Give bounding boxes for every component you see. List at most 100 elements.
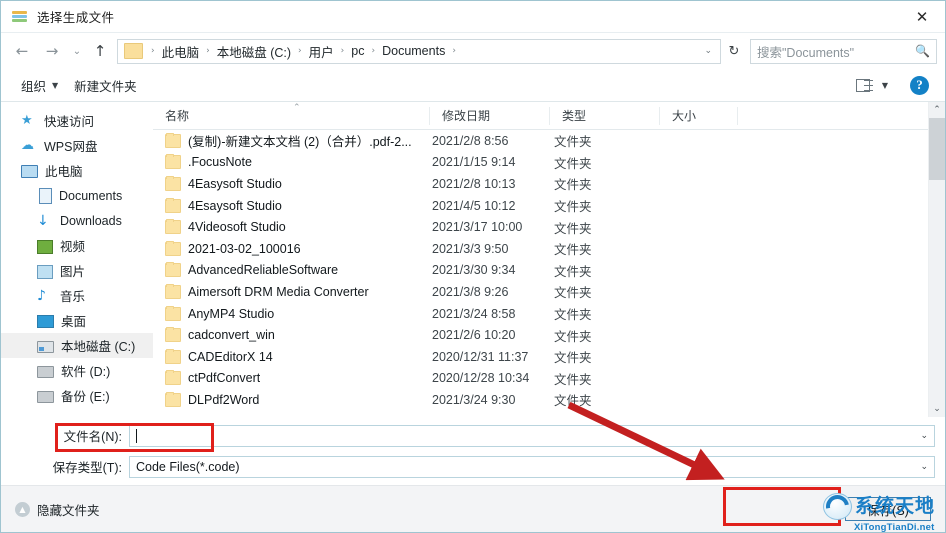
file-type-cell: 文件夹 xyxy=(554,135,592,150)
file-name-label: DLPdf2Word xyxy=(188,392,260,407)
table-row[interactable]: (复制)-新建文本文档 (2)（合并）.pdf-2... 2021/2/8 8:5… xyxy=(153,130,928,152)
sidebar-item-4[interactable]: ↓ Downloads xyxy=(1,208,153,233)
scroll-up-button[interactable]: ⌃ xyxy=(929,102,945,118)
scrollbar-thumb[interactable] xyxy=(929,118,945,180)
table-row[interactable]: 4Esaysoft Studio 2021/4/5 10:12 文件夹 xyxy=(153,195,928,217)
sidebar-item-5[interactable]: 视频 xyxy=(1,233,153,258)
table-row[interactable]: 4Videosoft Studio 2021/3/17 10:00 文件夹 xyxy=(153,216,928,238)
sidebar-item-label: 快速访问 xyxy=(44,115,95,129)
sidebar-item-label: 备份 (E:) xyxy=(61,390,110,404)
file-type-cell: 文件夹 xyxy=(554,178,592,193)
search-placeholder: 搜索"Documents" xyxy=(757,45,855,60)
table-row[interactable]: .FocusNote 2021/1/15 9:14 文件夹 xyxy=(153,152,928,174)
file-name-label: 4Esaysoft Studio xyxy=(188,198,282,213)
file-date-cell: 2021/1/15 9:14 xyxy=(432,155,516,170)
column-header-size[interactable]: 大小 xyxy=(660,106,738,125)
desktop-icon xyxy=(37,315,54,328)
recent-locations-button[interactable]: ⌄ xyxy=(67,37,87,65)
table-row[interactable]: CADEditorX 14 2020/12/31 11:37 文件夹 xyxy=(153,346,928,368)
watermark-cn-text: 系统天地 xyxy=(855,495,936,517)
title-bar: 选择生成文件 ✕ xyxy=(1,1,945,33)
table-row[interactable]: AnyMP4 Studio 2021/3/24 8:58 文件夹 xyxy=(153,303,928,325)
back-button[interactable]: ← xyxy=(7,37,37,65)
savetype-value: Code Files(*.code) xyxy=(136,459,240,474)
site-watermark: 系统天地 XiTongTianDi.net xyxy=(823,493,943,533)
address-bar: ← → ⌄ ↑ › 此电脑 › 本地磁盘 (C:) › 用户 › pc › Do… xyxy=(1,33,945,69)
file-name-cell: cadconvert_win xyxy=(153,327,430,343)
filename-row: 文件名(N): ⌄ xyxy=(1,423,945,448)
vertical-scrollbar[interactable]: ⌃ ⌄ xyxy=(928,102,945,417)
table-row[interactable]: cadconvert_win 2021/2/6 10:20 文件夹 xyxy=(153,324,928,346)
organize-button[interactable]: 组织 ▼ xyxy=(13,73,66,98)
sidebar-item-8[interactable]: 桌面 xyxy=(1,308,153,333)
sidebar-item-6[interactable]: 图片 xyxy=(1,258,153,283)
breadcrumb-item-0[interactable]: 此电脑 xyxy=(160,42,202,61)
file-name-cell: Aimersoft DRM Media Converter xyxy=(153,283,430,299)
sidebar-item-label: 桌面 xyxy=(61,315,87,329)
column-header-type[interactable]: 类型 xyxy=(550,106,660,125)
sidebar-item-1[interactable]: ☁ WPS网盘 xyxy=(1,133,153,158)
file-type-cell: 文件夹 xyxy=(554,243,592,258)
column-header-date[interactable]: 修改日期 xyxy=(430,106,550,125)
file-name-label: Aimersoft DRM Media Converter xyxy=(188,284,369,299)
column-header-name[interactable]: 名称 xyxy=(153,106,430,125)
breadcrumb-item-4[interactable]: Documents xyxy=(380,44,447,58)
file-name-label: ctPdfConvert xyxy=(188,371,261,386)
filename-input[interactable]: ⌄ xyxy=(129,424,935,447)
file-type-cell: 文件夹 xyxy=(554,156,592,171)
video-icon xyxy=(37,239,53,254)
sidebar-item-label: 软件 (D:) xyxy=(61,365,111,379)
file-type-cell: 文件夹 xyxy=(554,308,592,323)
folder-icon xyxy=(165,305,181,321)
refresh-icon[interactable]: ↻ xyxy=(721,39,747,64)
chevron-down-icon[interactable]: ⌄ xyxy=(920,462,928,472)
savetype-select[interactable]: Code Files(*.code) ⌄ xyxy=(129,455,935,478)
sidebar-item-10[interactable]: 软件 (D:) xyxy=(1,358,153,383)
file-type-cell: 文件夹 xyxy=(554,394,592,409)
download-icon: ↓ xyxy=(37,212,49,229)
sidebar-item-2[interactable]: 此电脑 xyxy=(1,158,153,183)
sidebar-item-9[interactable]: 本地磁盘 (C:) xyxy=(1,333,153,358)
forward-button[interactable]: → xyxy=(37,37,67,65)
file-list[interactable]: (复制)-新建文本文档 (2)（合并）.pdf-2... 2021/2/8 8:5… xyxy=(153,130,928,417)
scrollbar-track[interactable] xyxy=(929,118,945,401)
recycle-swoosh-icon xyxy=(823,493,852,520)
breadcrumb[interactable]: › 此电脑 › 本地磁盘 (C:) › 用户 › pc › Documents … xyxy=(117,38,721,64)
folder-icon xyxy=(165,154,181,170)
sidebar-item-7[interactable]: ♪ 音乐 xyxy=(1,283,153,308)
file-date-cell: 2021/3/17 10:00 xyxy=(432,220,523,235)
file-pane: 名称 修改日期 类型 大小 ⌃ (复制)-新建文本文档 (2)（合并）.pdf-… xyxy=(153,102,928,417)
breadcrumb-item-2[interactable]: 用户 xyxy=(307,42,336,61)
table-row[interactable]: 2021-03-02_100016 2021/3/3 9:50 文件夹 xyxy=(153,238,928,260)
table-row[interactable]: 4Easysoft Studio 2021/2/8 10:13 文件夹 xyxy=(153,173,928,195)
new-folder-button[interactable]: 新建文件夹 xyxy=(66,73,145,98)
list-view-icon xyxy=(855,78,874,92)
file-name-cell: ctPdfConvert xyxy=(153,370,430,386)
sidebar-item-label: Downloads xyxy=(60,213,122,228)
file-type-cell: 文件夹 xyxy=(554,351,592,366)
chevron-down-icon[interactable]: ⌄ xyxy=(704,46,716,56)
hide-folders-button[interactable]: ▲ 隐藏文件夹 xyxy=(15,500,100,519)
chevron-down-icon[interactable]: ⌄ xyxy=(920,431,928,441)
sidebar-item-label: 本地磁盘 (C:) xyxy=(61,340,136,354)
hide-folders-label: 隐藏文件夹 xyxy=(37,503,100,518)
filename-label: 文件名(N): xyxy=(63,430,122,444)
sidebar-item-0[interactable]: ★ 快速访问 xyxy=(1,108,153,133)
table-row[interactable]: AdvancedReliableSoftware 2021/3/30 9:34 文件… xyxy=(153,260,928,282)
file-name-label: 4Videosoft Studio xyxy=(188,220,286,235)
scroll-down-button[interactable]: ⌄ xyxy=(929,401,945,417)
search-input[interactable]: 搜索"Documents" 🔍 xyxy=(750,38,937,64)
sidebar-item-11[interactable]: 备份 (E:) xyxy=(1,383,153,408)
window-title: 选择生成文件 xyxy=(37,11,115,25)
up-button[interactable]: ↑ xyxy=(87,37,113,65)
table-row[interactable]: DLPdf2Word 2021/3/24 9:30 文件夹 xyxy=(153,389,928,411)
table-row[interactable]: ctPdfConvert 2020/12/28 10:34 文件夹 xyxy=(153,368,928,390)
table-row[interactable]: Aimersoft DRM Media Converter 2021/3/8 9:… xyxy=(153,281,928,303)
close-icon[interactable]: ✕ xyxy=(899,1,945,32)
sidebar-item-3[interactable]: Documents xyxy=(1,183,153,208)
breadcrumb-item-3[interactable]: pc xyxy=(349,44,366,58)
help-icon[interactable]: ? xyxy=(910,75,929,95)
savetype-row: 保存类型(T): Code Files(*.code) ⌄ xyxy=(1,454,945,479)
breadcrumb-item-1[interactable]: 本地磁盘 (C:) xyxy=(215,42,293,61)
view-mode-button[interactable]: ▼ xyxy=(848,76,896,95)
